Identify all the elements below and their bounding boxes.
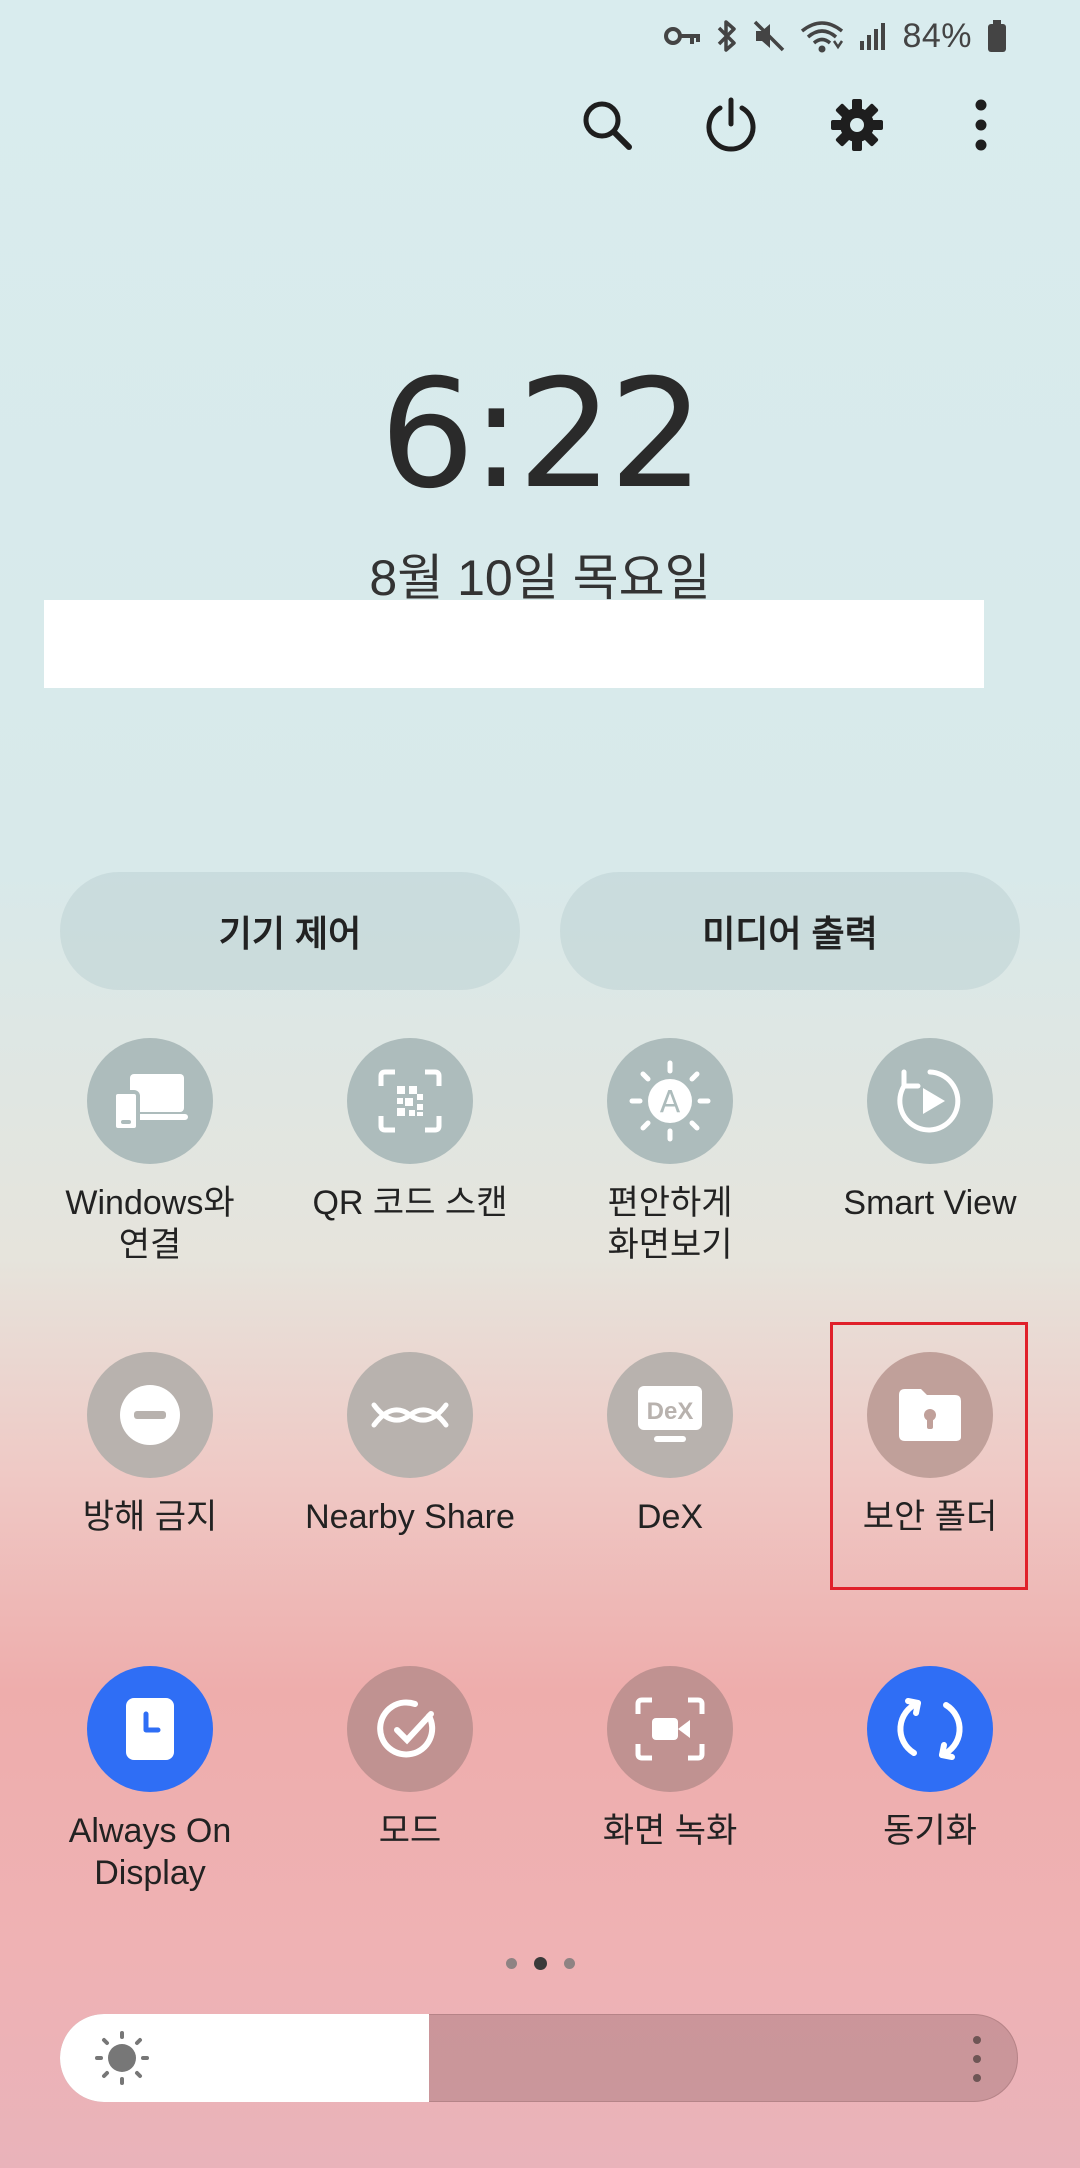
battery-percent: 84% [902, 16, 972, 55]
tile-label: 화면 녹화 [602, 1812, 738, 1850]
page-dot[interactable] [505, 1958, 517, 1969]
bluetooth-icon [718, 20, 737, 52]
link-to-windows-icon [87, 1038, 213, 1164]
modes-icon [347, 1666, 473, 1792]
tile-do-not-disturb[interactable]: 방해 금지 [35, 1352, 265, 1538]
tile-dex[interactable]: DeX DeX [555, 1352, 785, 1538]
device-control-button[interactable]: 기기 제어 [60, 872, 520, 990]
search-icon[interactable] [572, 90, 642, 160]
page-dot-active[interactable] [533, 1957, 547, 1970]
tile-label: Windows와 연결 [65, 1184, 235, 1264]
battery-icon [988, 20, 1006, 52]
tile-sync[interactable]: 동기화 [815, 1666, 1045, 1852]
tile-label: Always On Display [68, 1812, 232, 1892]
dex-badge: DeX [647, 1398, 694, 1425]
clock-time: 6:22 [379, 348, 705, 522]
tile-label: 동기화 [883, 1812, 977, 1850]
do-not-disturb-icon [87, 1352, 213, 1478]
sun-icon [95, 2031, 149, 2085]
tile-link-to-windows[interactable]: Windows와 연결 [35, 1038, 265, 1266]
selection-highlight [830, 1322, 1028, 1590]
always-on-display-icon [87, 1666, 213, 1792]
more-icon[interactable] [946, 90, 1016, 160]
tile-screen-recorder[interactable]: 화면 녹화 [555, 1666, 785, 1852]
tile-label: Smart View [843, 1184, 1017, 1222]
tile-nearby-share[interactable]: Nearby Share [295, 1352, 525, 1538]
wifi-icon [801, 21, 844, 53]
tile-label: 모드 [378, 1812, 442, 1850]
signal-icon [860, 23, 886, 50]
tile-label: Nearby Share [305, 1498, 515, 1536]
mute-icon [754, 20, 785, 52]
tile-smart-view[interactable]: Smart View [815, 1038, 1045, 1224]
nearby-share-icon [347, 1352, 473, 1478]
eye-comfort-icon: A [607, 1038, 733, 1164]
power-icon[interactable] [696, 90, 766, 160]
page-dot[interactable] [563, 1958, 575, 1969]
tile-modes[interactable]: 모드 [295, 1666, 525, 1852]
tile-label: DeX [636, 1498, 704, 1536]
sync-icon [867, 1666, 993, 1792]
tile-label: 방해 금지 [82, 1498, 218, 1536]
qr-scan-icon [347, 1038, 473, 1164]
dex-icon: DeX [607, 1352, 733, 1478]
tile-label: 편안하게 화면보기 [607, 1184, 733, 1264]
quick-panel-actions [560, 90, 1020, 160]
more-vert-icon[interactable] [970, 2034, 984, 2084]
media-output-button[interactable]: 미디어 출력 [560, 872, 1020, 990]
settings-icon[interactable] [822, 90, 892, 160]
smart-view-icon [867, 1038, 993, 1164]
tile-always-on-display[interactable]: Always On Display [35, 1666, 265, 1894]
key-icon [664, 27, 701, 45]
tile-label: QR 코드 스캔 [312, 1184, 508, 1222]
svg-text:A: A [660, 1085, 681, 1120]
page-indicator [0, 1957, 1080, 1970]
screen-recorder-icon [607, 1666, 733, 1792]
tile-eye-comfort[interactable]: A 편안하게 화면보기 [555, 1038, 785, 1266]
brightness-slider[interactable] [60, 2014, 1018, 2102]
status-bar: 84% [664, 14, 1008, 58]
redacted-notification [44, 600, 984, 688]
tile-qr-scan[interactable]: QR 코드 스캔 [295, 1038, 525, 1224]
